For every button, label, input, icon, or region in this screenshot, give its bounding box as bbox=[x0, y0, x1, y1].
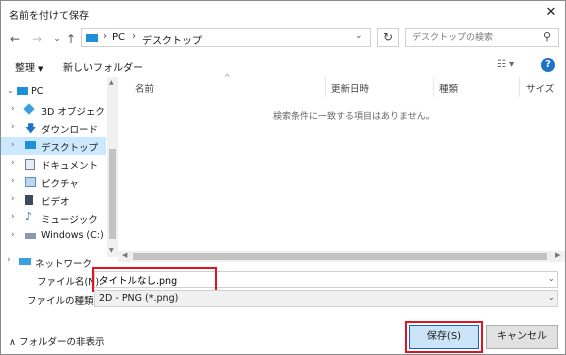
organize-button[interactable]: 整理 ▼ bbox=[15, 59, 43, 74]
chevron-right-icon: › bbox=[11, 230, 15, 240]
chevron-right-icon: › bbox=[11, 158, 15, 168]
empty-list-message: 検索条件に一致する項目はありません。 bbox=[273, 112, 435, 122]
save-highlight-box bbox=[405, 321, 483, 353]
sidebar-item-label: ミュージック bbox=[41, 215, 98, 226]
sidebar-item-label: PC bbox=[31, 86, 44, 97]
new-folder-button[interactable]: 新しいフォルダー bbox=[63, 59, 143, 74]
sidebar-item-label: 3D オブジェクト bbox=[41, 107, 115, 118]
3d-objects-icon bbox=[23, 103, 35, 115]
download-icon: 🡇 bbox=[25, 122, 37, 135]
address-bar[interactable]: › PC › デスクトップ ⌄ bbox=[81, 28, 371, 47]
desktop-icon bbox=[25, 141, 36, 149]
forward-button[interactable]: → bbox=[29, 31, 45, 47]
sidebar-item-documents[interactable]: › ドキュメント bbox=[1, 155, 106, 173]
organize-label: 整理 bbox=[15, 63, 35, 74]
sidebar-item-label: ビデオ bbox=[41, 197, 70, 208]
up-button[interactable]: ↑ bbox=[63, 31, 79, 47]
sidebar-item-label: デスクトップ bbox=[41, 143, 99, 154]
videos-icon bbox=[25, 195, 33, 205]
scrollbar-thumb[interactable] bbox=[109, 149, 116, 239]
sidebar-item-3d-objects[interactable]: › 3D オブジェクト bbox=[1, 101, 114, 119]
network-icon bbox=[19, 258, 31, 265]
sidebar-item-label: ネットワーク bbox=[35, 259, 93, 270]
filename-highlight-box bbox=[92, 267, 217, 292]
chevron-down-icon[interactable]: ⌄ bbox=[548, 293, 555, 302]
sidebar-item-label: ピクチャ bbox=[41, 179, 79, 190]
drive-icon bbox=[25, 233, 36, 239]
chevron-right-icon: › bbox=[11, 140, 15, 150]
breadcrumb-separator: › bbox=[103, 31, 107, 42]
scroll-up-icon[interactable]: ▲ bbox=[109, 79, 114, 86]
scrollbar-thumb[interactable] bbox=[133, 253, 547, 260]
column-header-size[interactable]: サイズ bbox=[526, 81, 554, 95]
sidebar-item-music[interactable]: › ♪ ミュージック bbox=[1, 209, 106, 227]
view-options-icon[interactable]: ☷ ▾ bbox=[497, 59, 514, 70]
sidebar-item-label: Windows (C:) bbox=[41, 230, 104, 241]
pictures-icon bbox=[25, 177, 36, 187]
column-divider[interactable] bbox=[325, 77, 326, 97]
breadcrumb-desktop[interactable]: デスクトップ bbox=[142, 32, 202, 47]
scroll-down-icon[interactable]: ▼ bbox=[109, 247, 114, 254]
sidebar-item-downloads[interactable]: › 🡇 ダウンロード bbox=[1, 119, 106, 137]
column-header-name[interactable]: 名前 bbox=[135, 81, 154, 95]
sidebar-item-windows-c[interactable]: › Windows (C:) bbox=[1, 227, 106, 245]
column-header-modified[interactable]: 更新日時 bbox=[331, 81, 369, 95]
expanded-chevron-icon: ⌄ bbox=[7, 86, 14, 95]
sidebar-item-label: ドキュメント bbox=[41, 161, 99, 172]
search-icon[interactable]: ⚲ bbox=[543, 30, 551, 43]
help-icon[interactable]: ? bbox=[541, 58, 555, 72]
scroll-right-icon[interactable]: ▶ bbox=[555, 251, 560, 259]
breadcrumb-separator: › bbox=[132, 31, 136, 42]
column-divider[interactable] bbox=[519, 77, 520, 97]
chevron-right-icon: › bbox=[11, 122, 15, 132]
close-button[interactable]: ✕ bbox=[541, 4, 561, 22]
sidebar-item-network[interactable]: › ネットワーク bbox=[5, 254, 107, 270]
sidebar-item-pictures[interactable]: › ピクチャ bbox=[1, 173, 106, 191]
sidebar-item-videos[interactable]: › ビデオ bbox=[1, 191, 106, 209]
music-icon: ♪ bbox=[25, 210, 33, 223]
sort-ascending-icon: ^ bbox=[224, 73, 231, 82]
pc-icon bbox=[17, 87, 28, 95]
column-divider[interactable] bbox=[433, 77, 434, 97]
chevron-down-icon[interactable]: ⌄ bbox=[355, 31, 363, 41]
refresh-button[interactable]: ↻ bbox=[377, 28, 399, 47]
save-as-dialog: 名前を付けて保存 ✕ ← → ⌄ ↑ › PC › デスクトップ ⌄ ↻ ⚲ 整… bbox=[0, 0, 566, 355]
chevron-down-icon[interactable]: ⌄ bbox=[548, 274, 555, 283]
sidebar-item-desktop[interactable]: › デスクトップ bbox=[1, 137, 106, 155]
scroll-left-icon[interactable]: ◀ bbox=[122, 251, 127, 259]
dialog-title: 名前を付けて保存 bbox=[9, 11, 89, 22]
list-horizontal-scrollbar[interactable]: ◀ ▶ bbox=[118, 251, 565, 262]
hide-folders-toggle[interactable]: ∧ フォルダーの非表示 bbox=[9, 334, 105, 348]
search-input[interactable] bbox=[409, 30, 537, 45]
filetype-select[interactable]: 2D - PNG (*.png) ⌄ bbox=[94, 290, 558, 307]
pc-icon bbox=[86, 34, 98, 42]
hide-folders-label: フォルダーの非表示 bbox=[19, 337, 105, 348]
sidebar-item-pc[interactable]: ⌄ PC bbox=[0, 83, 102, 101]
cancel-button[interactable]: キャンセル bbox=[486, 325, 558, 349]
chevron-right-icon: › bbox=[11, 212, 15, 222]
navigation-pane: ⌄ PC › 3D オブジェクト › 🡇 ダウンロード › デスクトップ › ド… bbox=[1, 77, 118, 254]
chevron-right-icon: › bbox=[11, 176, 15, 186]
filetype-value: 2D - PNG (*.png) bbox=[99, 293, 179, 304]
caret-down-icon: ▼ bbox=[38, 65, 44, 73]
nav-scrollbar[interactable]: ▲ ▼ bbox=[107, 77, 118, 257]
breadcrumb-pc[interactable]: PC bbox=[112, 32, 125, 43]
column-header-type[interactable]: 種類 bbox=[439, 81, 458, 95]
chevron-right-icon: › bbox=[11, 104, 15, 114]
back-button[interactable]: ← bbox=[7, 31, 23, 47]
documents-icon bbox=[25, 159, 35, 170]
chevron-up-icon: ∧ bbox=[9, 337, 16, 348]
chevron-right-icon: › bbox=[7, 255, 11, 265]
sidebar-item-label: ダウンロード bbox=[41, 125, 99, 136]
chevron-right-icon: › bbox=[11, 194, 15, 204]
search-box[interactable]: ⚲ bbox=[405, 28, 559, 47]
